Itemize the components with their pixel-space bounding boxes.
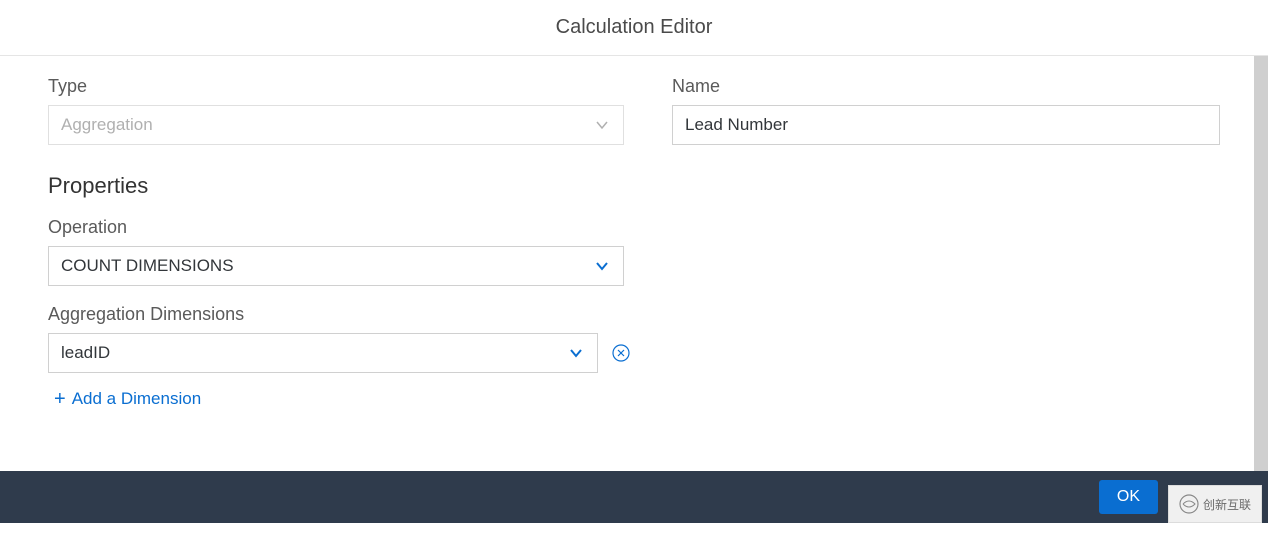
vertical-scrollbar[interactable] <box>1254 56 1268 471</box>
name-label: Name <box>672 76 1220 97</box>
right-column: Name <box>648 76 1220 410</box>
dimension-select[interactable]: leadID <box>48 333 598 373</box>
left-column: Type Aggregation Properties Operation CO… <box>48 76 648 410</box>
aggregation-dimensions-label: Aggregation Dimensions <box>48 304 624 325</box>
dialog-header: Calculation Editor <box>0 0 1268 56</box>
type-label: Type <box>48 76 624 97</box>
brand-text: 创新互联 <box>1203 496 1251 513</box>
brand-logo-icon <box>1179 494 1199 514</box>
properties-heading: Properties <box>48 173 624 199</box>
dialog-footer: OK <box>0 471 1268 523</box>
add-dimension-label: Add a Dimension <box>72 389 201 409</box>
dimension-select-value: leadID <box>48 333 598 373</box>
type-select[interactable]: Aggregation <box>48 105 624 145</box>
dialog-content: Type Aggregation Properties Operation CO… <box>0 56 1268 410</box>
operation-label: Operation <box>48 217 624 238</box>
operation-select[interactable]: COUNT DIMENSIONS <box>48 246 624 286</box>
type-select-value: Aggregation <box>48 105 624 145</box>
dimension-row: leadID <box>48 333 624 373</box>
remove-dimension-icon[interactable] <box>612 343 630 363</box>
brand-watermark: 创新互联 <box>1168 485 1262 523</box>
ok-button[interactable]: OK <box>1099 480 1158 514</box>
name-input[interactable] <box>672 105 1220 145</box>
plus-icon: + <box>54 389 66 409</box>
dialog-title: Calculation Editor <box>556 16 713 39</box>
add-dimension-button[interactable]: + Add a Dimension <box>54 389 201 409</box>
operation-select-value: COUNT DIMENSIONS <box>48 246 624 286</box>
